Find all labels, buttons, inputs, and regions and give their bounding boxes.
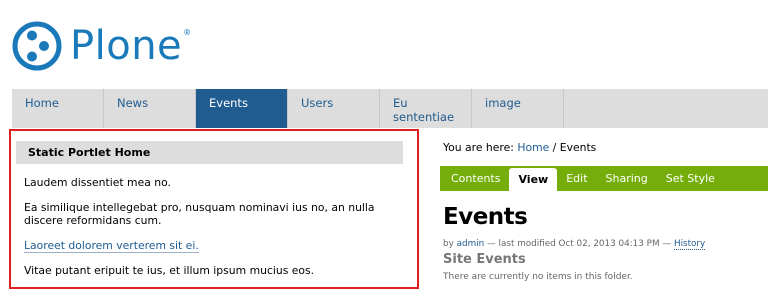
content-subheading: Site Events [443,252,526,267]
empty-folder-message: There are currently no items in this fol… [443,272,633,282]
tab-set-style[interactable]: Set Style [657,166,724,191]
nav-item-image[interactable]: image [472,89,564,128]
tab-contents[interactable]: Contents [442,166,509,191]
portlet-paragraph: Laudem dissentiet mea no. [24,176,171,189]
plone-logo-icon [12,21,62,71]
portlet-paragraph: Vitae putant eripuit te ius, et illum ip… [24,264,315,277]
logo-wordmark: Plone [70,23,183,69]
nav-item-users[interactable]: Users [288,89,380,128]
breadcrumb-home-link[interactable]: Home [517,141,549,154]
content-views-bar: Contents View Edit Sharing Set Style [440,166,768,191]
nav-item-news[interactable]: News [104,89,196,128]
nav-item-home[interactable]: Home [12,89,104,128]
breadcrumb: You are here: Home / Events [443,141,596,154]
history-link[interactable]: History [673,239,706,250]
document-byline: by admin — last modified Oct 02, 2013 04… [443,239,706,250]
author-link[interactable]: admin [457,239,485,249]
breadcrumb-separator: / [552,141,557,154]
byline-modified: — last modified Oct 02, 2013 04:13 PM — [486,239,672,249]
registered-mark: ® [183,27,192,37]
tab-sharing[interactable]: Sharing [597,166,657,191]
byline-by: by [443,239,454,249]
tab-edit[interactable]: Edit [557,166,596,191]
nav-item-eu-sententiae[interactable]: Eu sententiae [380,89,472,128]
nav-item-events[interactable]: Events [196,89,288,128]
static-portlet: Static Portlet Home Laudem dissentiet me… [9,129,419,289]
global-navigation: Home News Events Users Eu sententiae ima… [12,89,768,128]
portlet-link-paragraph: Laoreet dolorem verterem sit ei. [24,239,394,253]
breadcrumb-prefix: You are here: [443,141,514,154]
tab-view[interactable]: View [509,168,558,191]
portlet-link[interactable]: Laoreet dolorem verterem sit ei. [24,239,199,253]
portlet-paragraph: Ea similique intellegebat pro, nusquam n… [24,201,375,227]
page-title: Events [443,204,528,230]
breadcrumb-current: Events [559,141,597,154]
portlet-header: Static Portlet Home [16,141,403,164]
plone-logo[interactable]: Plone ® [12,18,212,74]
